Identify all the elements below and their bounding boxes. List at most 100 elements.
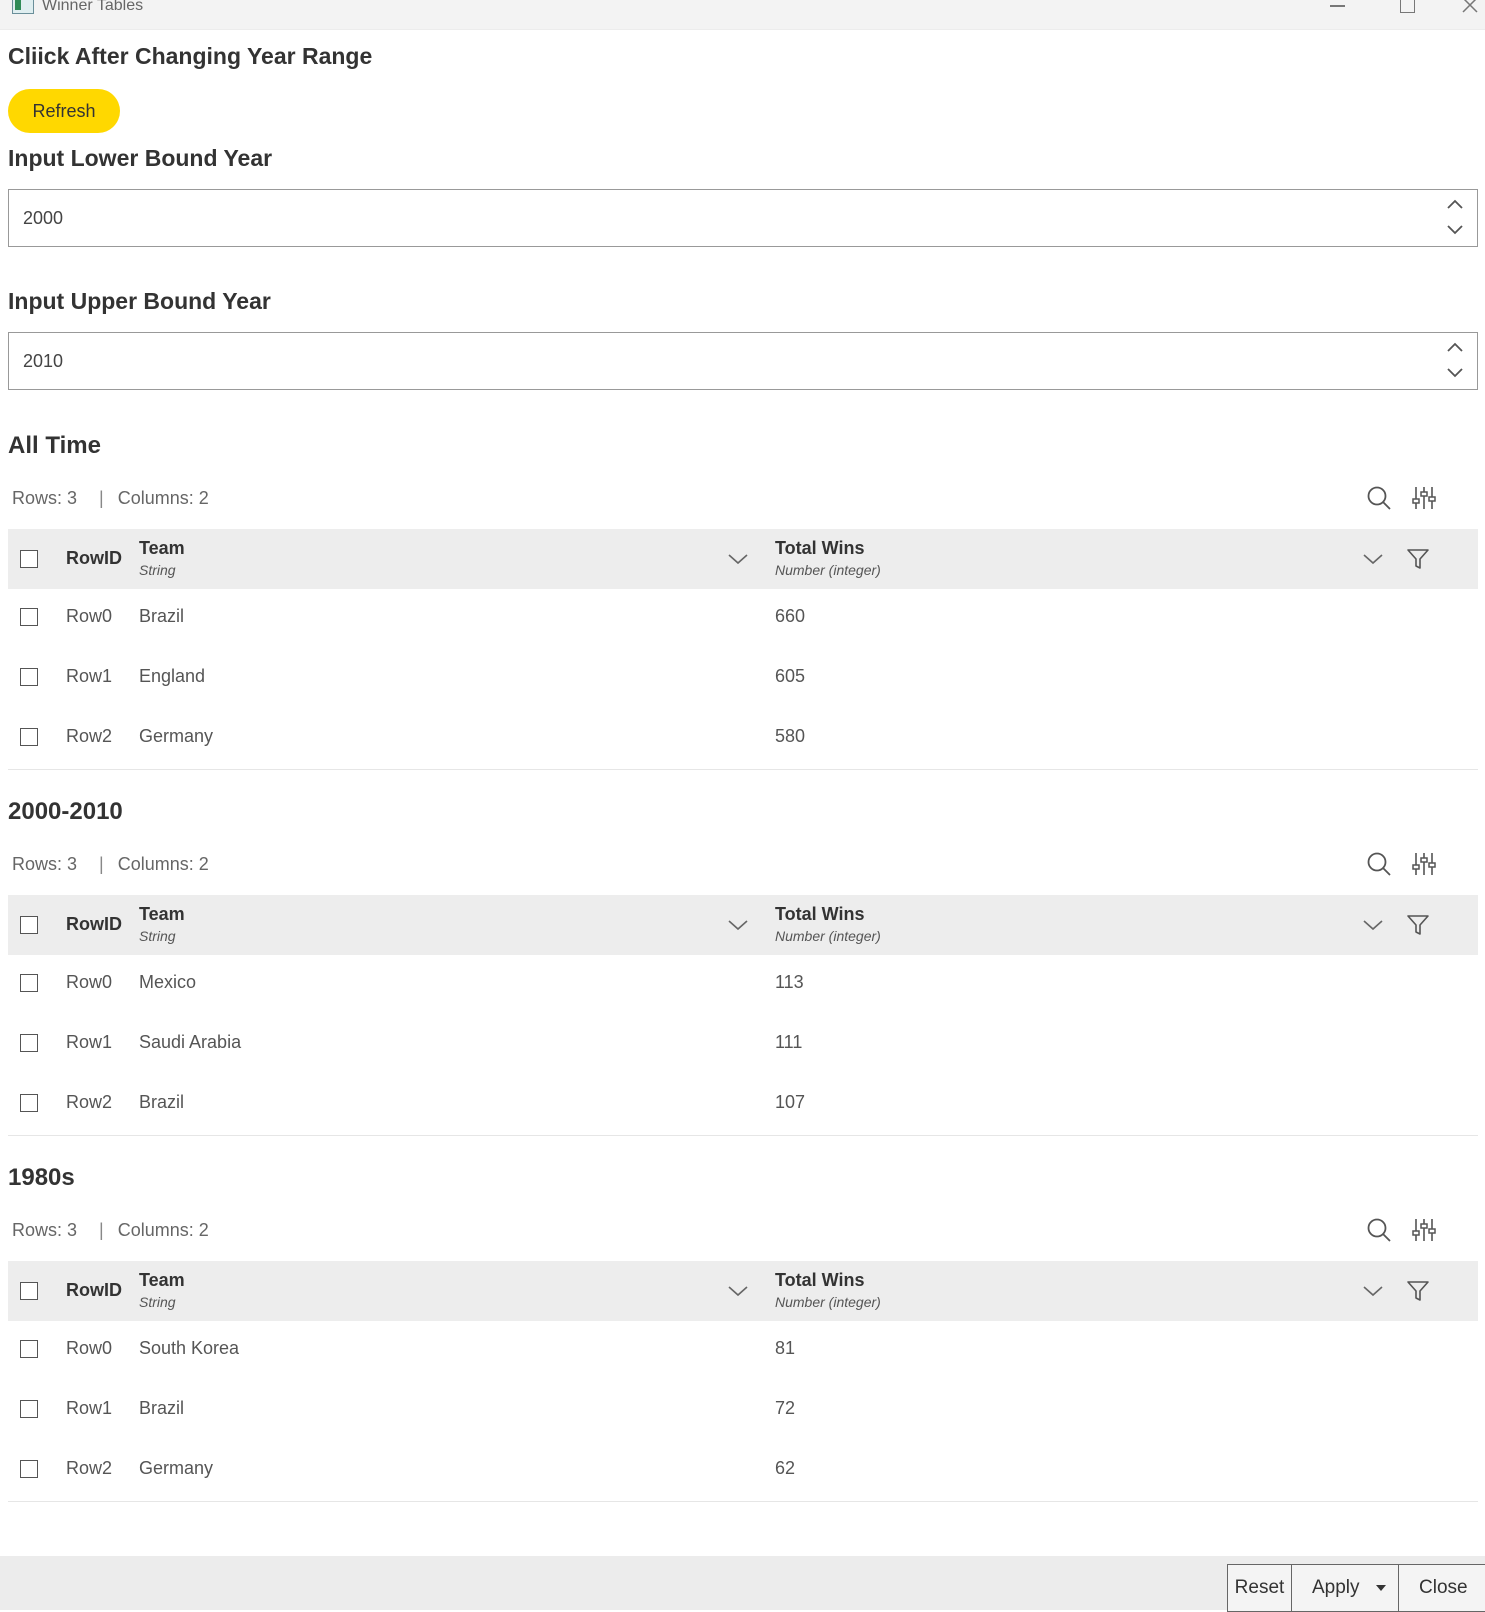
lower-bound-input-box (8, 189, 1478, 247)
rowid-header: RowID (66, 1280, 122, 1300)
row-count: Rows: 3 (12, 488, 78, 508)
row-id: Row0 (66, 606, 113, 626)
increment-lower-icon[interactable] (1445, 196, 1465, 214)
rowid-header: RowID (66, 914, 122, 934)
wins-header[interactable]: Total Wins (775, 1270, 865, 1291)
row-checkbox[interactable] (20, 1034, 38, 1052)
wins-type: Number (integer) (775, 928, 881, 944)
close-window-icon[interactable] (1462, 0, 1478, 13)
window-titlebar: Winner Tables (0, 0, 1485, 30)
upper-bound-input-box (8, 332, 1478, 390)
upper-bound-label: Input Upper Bound Year (8, 288, 271, 314)
lower-bound-label: Input Lower Bound Year (8, 145, 273, 171)
chevron-down-icon[interactable] (1362, 550, 1384, 568)
team-cell: England (139, 666, 206, 686)
settings-sliders-icon[interactable] (1410, 850, 1438, 878)
wins-type: Number (integer) (775, 1294, 881, 1310)
filter-icon[interactable] (1406, 1279, 1430, 1303)
row-checkbox[interactable] (20, 1460, 38, 1478)
row-count: Rows: 3 (12, 1220, 78, 1240)
caret-down-icon[interactable] (1376, 1585, 1386, 1591)
table-row[interactable]: Row0 South Korea 81 (8, 1321, 1478, 1382)
row-checkbox[interactable] (20, 1400, 38, 1418)
filter-icon[interactable] (1406, 547, 1430, 571)
row-id: Row0 (66, 1338, 113, 1358)
apply-label: Apply (1312, 1577, 1360, 1598)
table-row[interactable]: Row2 Brazil 107 (8, 1075, 1478, 1136)
row-id: Row0 (66, 972, 113, 992)
row-checkbox[interactable] (20, 1340, 38, 1358)
team-cell: Brazil (139, 1398, 185, 1418)
refresh-button[interactable]: Refresh (8, 89, 120, 133)
row-checkbox[interactable] (20, 1094, 38, 1112)
search-icon[interactable] (1365, 484, 1393, 512)
team-cell: Brazil (139, 1092, 185, 1112)
wins-cell: 580 (775, 726, 806, 746)
lower-bound-input[interactable] (23, 204, 1403, 232)
row-id: Row1 (66, 1032, 113, 1052)
wins-header[interactable]: Total Wins (775, 538, 865, 559)
close-label: Close (1419, 1577, 1468, 1598)
row-checkbox[interactable] (20, 974, 38, 992)
chevron-down-icon[interactable] (1362, 1282, 1384, 1300)
decrement-lower-icon[interactable] (1445, 221, 1465, 239)
team-header[interactable]: Team (139, 538, 185, 559)
row-id: Row1 (66, 666, 113, 686)
window-title: Winner Tables (42, 0, 144, 14)
team-header[interactable]: Team (139, 1270, 185, 1291)
table-row[interactable]: Row1 England 605 (8, 649, 1478, 710)
table-header: RowID Team String Total Wins Number (int… (8, 529, 1478, 589)
team-cell: Mexico (139, 972, 197, 992)
wins-cell: 605 (775, 666, 806, 686)
wins-header[interactable]: Total Wins (775, 904, 865, 925)
row-checkbox[interactable] (20, 728, 38, 746)
table-row[interactable]: Row2 Germany 580 (8, 709, 1478, 770)
table-row[interactable]: Row0 Brazil 660 (8, 589, 1478, 650)
select-all-checkbox[interactable] (20, 1282, 38, 1300)
search-icon[interactable] (1365, 850, 1393, 878)
table-header: RowID Team String Total Wins Number (int… (8, 1261, 1478, 1321)
chevron-down-icon[interactable] (727, 1282, 749, 1300)
app-icon (12, 0, 34, 14)
footer-button-group: Reset Apply Close (1227, 1564, 1485, 1612)
wins-cell: 660 (775, 606, 806, 626)
wins-cell: 113 (775, 972, 804, 992)
apply-button[interactable]: Apply (1292, 1565, 1399, 1611)
table-row[interactable]: Row1 Saudi Arabia 111 (8, 1015, 1478, 1076)
settings-sliders-icon[interactable] (1410, 484, 1438, 512)
table-row[interactable]: Row1 Brazil 72 (8, 1381, 1478, 1442)
chevron-down-icon[interactable] (727, 550, 749, 568)
filter-icon[interactable] (1406, 913, 1430, 937)
rowid-header: RowID (66, 548, 122, 568)
table-row[interactable]: Row2 Germany 62 (8, 1441, 1478, 1502)
row-id: Row2 (66, 1458, 113, 1478)
team-cell: Germany (139, 726, 214, 746)
search-icon[interactable] (1365, 1216, 1393, 1244)
chevron-down-icon[interactable] (1362, 916, 1384, 934)
row-checkbox[interactable] (20, 668, 38, 686)
wins-cell: 107 (775, 1092, 806, 1112)
upper-bound-input[interactable] (23, 347, 1403, 375)
select-all-checkbox[interactable] (20, 550, 38, 568)
close-button[interactable]: Close (1399, 1565, 1485, 1611)
maximize-icon[interactable] (1400, 0, 1415, 13)
team-header[interactable]: Team (139, 904, 185, 925)
column-count: Columns: 2 (117, 1220, 209, 1240)
settings-sliders-icon[interactable] (1410, 1216, 1438, 1244)
increment-upper-icon[interactable] (1445, 339, 1465, 357)
team-cell: Germany (139, 1458, 214, 1478)
chevron-down-icon[interactable] (727, 916, 749, 934)
table-row[interactable]: Row0 Mexico 113 (8, 955, 1478, 1016)
minimize-icon[interactable] (1330, 5, 1345, 7)
wins-cell: 62 (775, 1458, 796, 1478)
reset-button[interactable]: Reset (1228, 1565, 1292, 1611)
refresh-prompt: Cliick After Changing Year Range (8, 43, 373, 69)
select-all-checkbox[interactable] (20, 916, 38, 934)
table-meta: Rows: 3 | Columns: 2 (12, 854, 209, 875)
team-cell: Brazil (139, 606, 185, 626)
decrement-upper-icon[interactable] (1445, 364, 1465, 382)
team-type: String (139, 928, 176, 944)
row-checkbox[interactable] (20, 608, 38, 626)
team-cell: South Korea (139, 1338, 240, 1358)
meta-separator: | (99, 854, 104, 874)
